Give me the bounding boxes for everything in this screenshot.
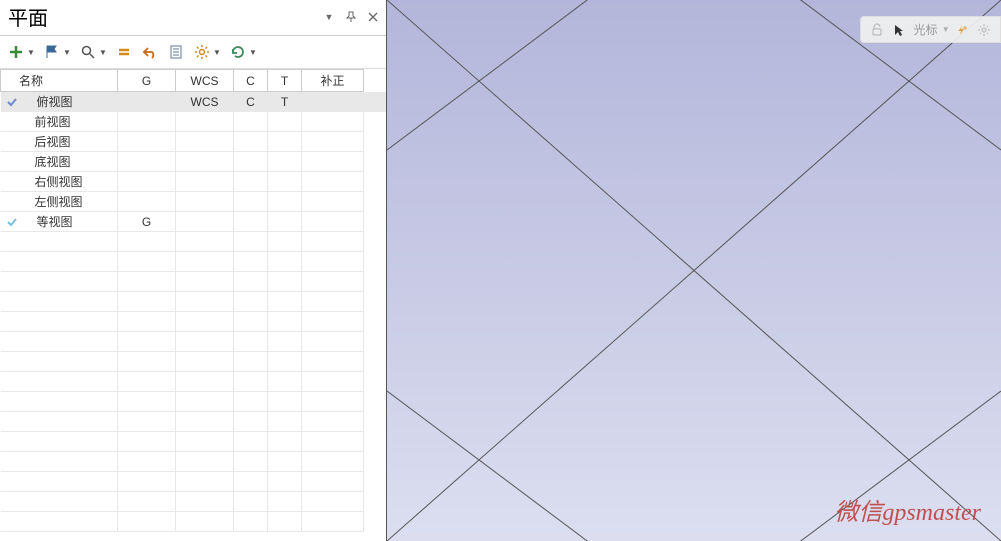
table-row[interactable]: 底视图	[1, 152, 387, 172]
col-name[interactable]: 名称	[1, 70, 118, 92]
table-row[interactable]	[1, 232, 387, 252]
table-row[interactable]	[1, 372, 387, 392]
panel-options-dropdown[interactable]: ▼	[322, 10, 336, 24]
cursor-mode-toolbar[interactable]: 光标 ▾	[860, 16, 1001, 43]
check-icon	[5, 215, 19, 229]
table-row[interactable]	[1, 512, 387, 532]
chevron-down-icon[interactable]: ▼	[62, 48, 72, 57]
col-g[interactable]: G	[118, 70, 176, 92]
equals-button[interactable]	[112, 40, 136, 64]
grid-axes	[387, 0, 1001, 541]
table-row[interactable]	[1, 392, 387, 412]
row-name: 俯视图	[23, 93, 73, 110]
table-header-row: 名称 G WCS C T 补正	[1, 70, 387, 92]
table-row[interactable]	[1, 412, 387, 432]
refresh-button[interactable]: ▼	[226, 40, 260, 64]
check-icon	[5, 95, 19, 109]
table-row[interactable]	[1, 492, 387, 512]
lock-open-icon[interactable]	[869, 22, 885, 38]
row-name: 后视图	[21, 133, 71, 150]
panel-title: 平面	[6, 2, 322, 31]
table-row[interactable]	[1, 332, 387, 352]
close-icon[interactable]	[366, 10, 380, 24]
viewport-3d[interactable]: 光标 ▾ 微信gpsmaster	[387, 0, 1001, 541]
gear-icon[interactable]	[976, 22, 992, 38]
table-row[interactable]	[1, 432, 387, 452]
add-button[interactable]: ▼	[4, 40, 38, 64]
col-comp[interactable]: 补正	[302, 70, 364, 92]
search-button[interactable]: ▼	[76, 40, 110, 64]
table-row[interactable]: 俯视图WCSCT	[1, 92, 387, 112]
table-row[interactable]: 前视图	[1, 112, 387, 132]
chevron-down-icon[interactable]: ▼	[98, 48, 108, 57]
row-name: 左侧视图	[21, 193, 83, 210]
table-row[interactable]	[1, 292, 387, 312]
table-row[interactable]	[1, 472, 387, 492]
row-name: 等视图	[23, 213, 73, 230]
plane-table: 名称 G WCS C T 补正 俯视图WCSCT前视图后视图底视图右侧视图左侧视…	[0, 69, 386, 532]
cursor-icon[interactable]	[891, 22, 907, 38]
table-row[interactable]	[1, 352, 387, 372]
panel-toolbar: ▼ ▼ ▼ ▼	[0, 36, 386, 69]
row-name: 前视图	[21, 113, 71, 130]
table-row[interactable]: 等视图G	[1, 212, 387, 232]
row-name: 右侧视图	[21, 173, 83, 190]
col-wcs[interactable]: WCS	[176, 70, 234, 92]
panel-header: 平面 ▼	[0, 0, 386, 36]
spark-plus-icon[interactable]	[954, 22, 970, 38]
chevron-down-icon[interactable]: ▼	[26, 48, 36, 57]
cursor-dropdown[interactable]: ▾	[943, 24, 948, 35]
col-c[interactable]: C	[234, 70, 268, 92]
table-row[interactable]	[1, 272, 387, 292]
plane-table-wrap: 名称 G WCS C T 补正 俯视图WCSCT前视图后视图底视图右侧视图左侧视…	[0, 69, 386, 541]
table-row[interactable]: 右侧视图	[1, 172, 387, 192]
pin-icon[interactable]	[344, 10, 358, 24]
table-row[interactable]: 左侧视图	[1, 192, 387, 212]
report-button[interactable]	[164, 40, 188, 64]
row-name: 底视图	[21, 153, 71, 170]
undo-button[interactable]	[138, 40, 162, 64]
table-row[interactable]	[1, 312, 387, 332]
table-row[interactable]	[1, 452, 387, 472]
flag-button[interactable]: ▼	[40, 40, 74, 64]
settings-button[interactable]: ▼	[190, 40, 224, 64]
plane-panel: 平面 ▼ ▼ ▼ ▼	[0, 0, 387, 541]
table-row[interactable]	[1, 252, 387, 272]
col-t[interactable]: T	[268, 70, 302, 92]
chevron-down-icon[interactable]: ▼	[248, 48, 258, 57]
cursor-label: 光标	[913, 21, 937, 38]
chevron-down-icon[interactable]: ▼	[212, 48, 222, 57]
table-row[interactable]: 后视图	[1, 132, 387, 152]
